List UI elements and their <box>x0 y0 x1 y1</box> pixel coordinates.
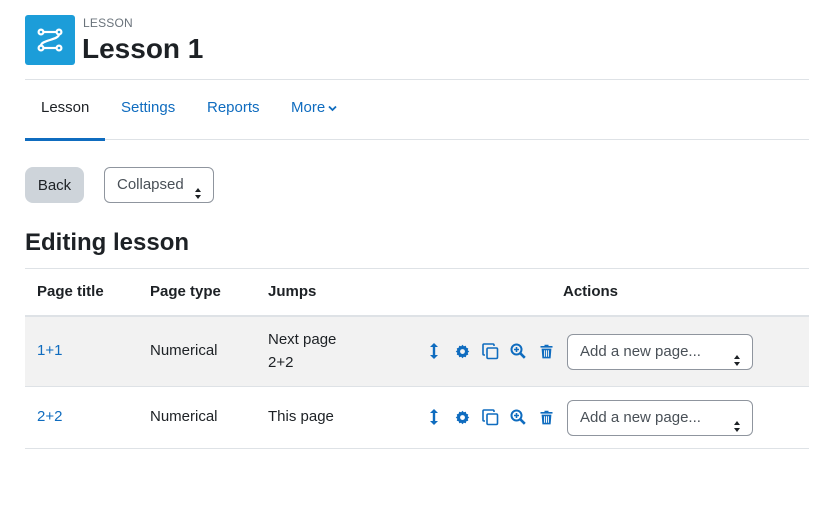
tab-more-label: More <box>291 99 326 116</box>
chevron-down-icon <box>328 80 337 136</box>
move-icon[interactable] <box>425 408 443 426</box>
page-header: LESSON Lesson 1 <box>25 15 809 65</box>
select-caret-icon <box>733 346 741 380</box>
header-jumps: Jumps <box>268 283 317 300</box>
select-caret-icon <box>194 179 202 213</box>
copy-icon[interactable] <box>481 408 499 426</box>
jumps-cell: This page <box>268 408 334 425</box>
gear-icon[interactable] <box>453 342 471 360</box>
trash-icon[interactable] <box>537 408 555 426</box>
add-page-value: Add a new page... <box>580 343 701 360</box>
view-mode-select[interactable]: Collapsed <box>104 167 214 203</box>
select-caret-icon <box>733 412 741 446</box>
table-header: Page title Page type Jumps Actions <box>25 268 809 317</box>
tab-lesson-label: Lesson <box>41 99 90 116</box>
add-page-select[interactable]: Add a new page... <box>567 400 753 436</box>
add-page-select[interactable]: Add a new page... <box>567 334 753 370</box>
section-title: Editing lesson <box>25 229 190 256</box>
page-type: Numerical <box>150 342 218 359</box>
header-page-type: Page type <box>150 283 221 300</box>
header-page-title: Page title <box>37 283 104 300</box>
tab-lesson[interactable]: Lesson <box>24 80 106 141</box>
gear-icon[interactable] <box>453 408 471 426</box>
page-title: Lesson 1 <box>82 33 204 64</box>
page-title-link[interactable]: 1+1 <box>37 342 62 359</box>
lesson-icon <box>25 15 75 65</box>
page-type: Numerical <box>150 408 218 425</box>
table-row: 2+2 Numerical This page Add a new page..… <box>25 387 809 449</box>
tab-settings-label: Settings <box>121 99 176 116</box>
back-button[interactable]: Back <box>25 167 84 203</box>
row-action-icons <box>425 408 565 426</box>
copy-icon[interactable] <box>481 342 499 360</box>
zoom-in-icon[interactable] <box>509 342 527 360</box>
header-actions: Actions <box>563 283 619 300</box>
tab-reports-label: Reports <box>207 99 260 116</box>
jump-label: 2+2 <box>268 354 294 371</box>
tab-settings[interactable]: Settings <box>121 80 175 140</box>
view-mode-value: Collapsed <box>117 176 184 193</box>
zoom-in-icon[interactable] <box>509 408 527 426</box>
add-page-value: Add a new page... <box>580 409 701 426</box>
move-icon[interactable] <box>425 342 443 360</box>
row-action-icons <box>425 342 565 360</box>
jump-label: This page <box>268 408 334 425</box>
jump-label: Next page <box>268 331 337 348</box>
page-title-link[interactable]: 2+2 <box>37 408 62 425</box>
tab-more[interactable]: More <box>291 80 337 140</box>
secondary-navigation: Lesson Settings Reports More <box>24 80 809 141</box>
trash-icon[interactable] <box>537 342 555 360</box>
lesson-pages-table: Page title Page type Jumps Actions 1+1 N… <box>25 268 809 449</box>
activity-type-label: LESSON <box>83 16 133 30</box>
tab-reports[interactable]: Reports <box>207 80 260 140</box>
jumps-cell: Next page 2+2 <box>268 328 336 374</box>
table-row: 1+1 Numerical Next page 2+2 Add a new pa… <box>25 317 809 387</box>
page: LESSON Lesson 1 Lesson Settings Reports … <box>0 0 825 512</box>
